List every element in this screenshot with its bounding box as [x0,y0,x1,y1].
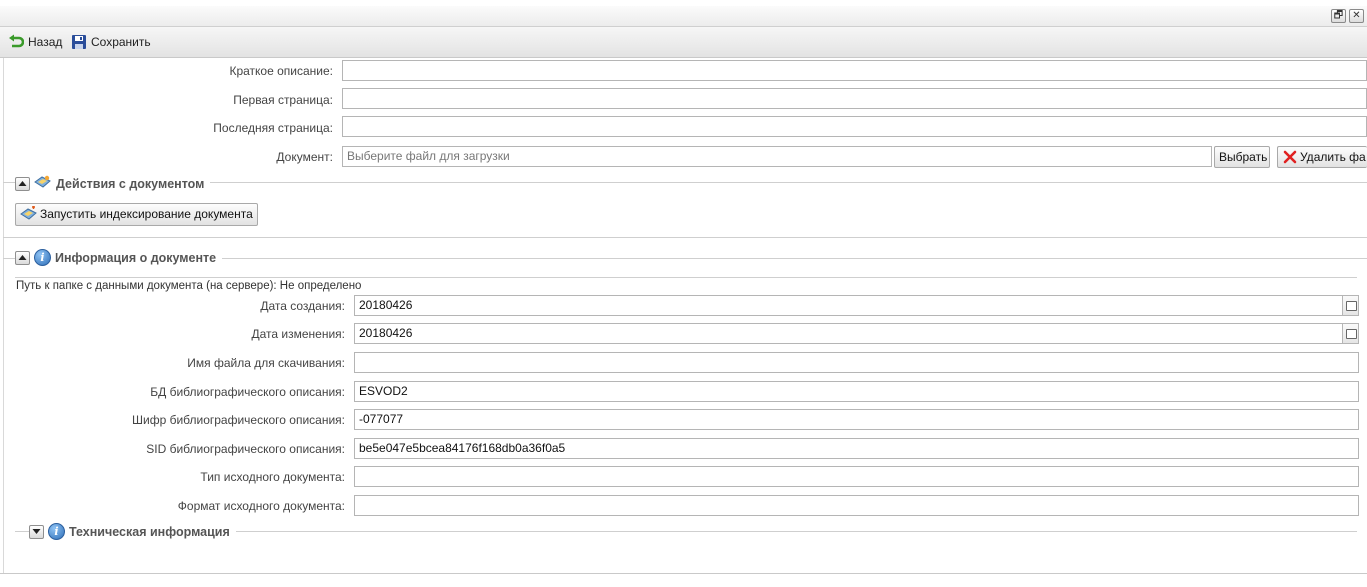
tech-section-header: i Техническая информация [29,523,236,540]
download-filename-field[interactable] [354,352,1359,373]
last-page-field[interactable] [342,116,1367,137]
info-field-label: Формат исходного документа: [177,499,345,513]
bibliographic-code-field[interactable]: -077077 [354,409,1359,430]
indexing-icon [20,206,38,225]
toolbar: Назад Сохранить [0,27,1367,58]
start-indexing-label: Запустить индексирование документа [40,207,253,221]
short-desc-field[interactable] [342,60,1367,81]
back-arrow-icon [8,34,25,50]
actions-collapse-toggle[interactable] [15,176,30,191]
modified-date-field[interactable]: 20180426 [354,323,1343,344]
modified-date-picker-button[interactable] [1343,323,1359,344]
info-path-top-line [15,277,1357,278]
short-desc-label: Краткое описание: [229,64,333,78]
info-field-label: Дата создания: [260,299,345,313]
creation-date-picker-button[interactable] [1343,295,1359,316]
collapse-up-icon [18,181,27,186]
info-field-label: БД библиографического описания: [150,385,345,399]
expand-down-icon [32,529,41,534]
floppy-disk-icon [71,34,87,50]
delete-x-icon [1283,150,1297,167]
save-label: Сохранить [91,35,151,49]
window-titlebar: 🗗 ✕ [0,6,1367,27]
choose-file-button[interactable]: Выбрать [1214,146,1270,168]
window-bottom-edge [0,573,1367,574]
start-indexing-button[interactable]: Запустить индексирование документа [15,203,258,226]
document-label: Документ: [276,150,333,164]
info-icon: i [48,523,65,540]
bibliographic-sid-field[interactable]: be5e047e5bcea84176f168db0a36f0a5 [354,438,1359,459]
tech-section-title: Техническая информация [69,524,230,539]
info-field-label: Имя файла для скачивания: [187,356,345,370]
info-field-label: Дата изменения: [251,327,346,341]
first-page-label: Первая страница: [233,93,333,107]
info-collapse-toggle[interactable] [15,250,30,265]
info-section-title: Информация о документе [55,250,217,265]
source-doc-type-field[interactable] [354,466,1359,487]
close-window-button[interactable]: ✕ [1349,9,1364,23]
actions-fieldset-bottom [3,237,1367,238]
info-icon: i [34,249,51,266]
source-doc-format-field[interactable] [354,495,1359,516]
collapse-up-icon [18,255,27,260]
delete-file-button[interactable]: Удалить фа [1277,146,1367,168]
last-page-label: Последняя страница: [213,121,333,135]
close-icon: ✕ [1352,10,1361,21]
back-button[interactable]: Назад [8,34,62,50]
document-file-field[interactable]: Выберите файл для загрузки [342,146,1212,167]
creation-date-field[interactable]: 20180426 [354,295,1343,316]
document-actions-icon [34,174,52,193]
restore-icon: 🗗 [1333,10,1344,21]
first-page-field[interactable] [342,88,1367,109]
info-field-label: SID библиографического описания: [146,442,345,456]
actions-section-header: Действия с документом [15,174,211,193]
tech-expand-toggle[interactable] [29,524,44,539]
bibliographic-db-field[interactable]: ESVOD2 [354,381,1359,402]
info-section-header: i Информация о документе [15,249,223,266]
info-field-label: Тип исходного документа: [200,470,345,484]
restore-window-button[interactable]: 🗗 [1331,9,1346,23]
save-button[interactable]: Сохранить [71,34,151,50]
server-path-text: Путь к папке с данными документа (на сер… [16,280,362,292]
info-field-label: Шифр библиографического описания: [132,413,345,427]
back-label: Назад [28,35,63,49]
delete-file-label: Удалить фа [1300,150,1366,164]
actions-section-title: Действия с документом [56,176,205,191]
